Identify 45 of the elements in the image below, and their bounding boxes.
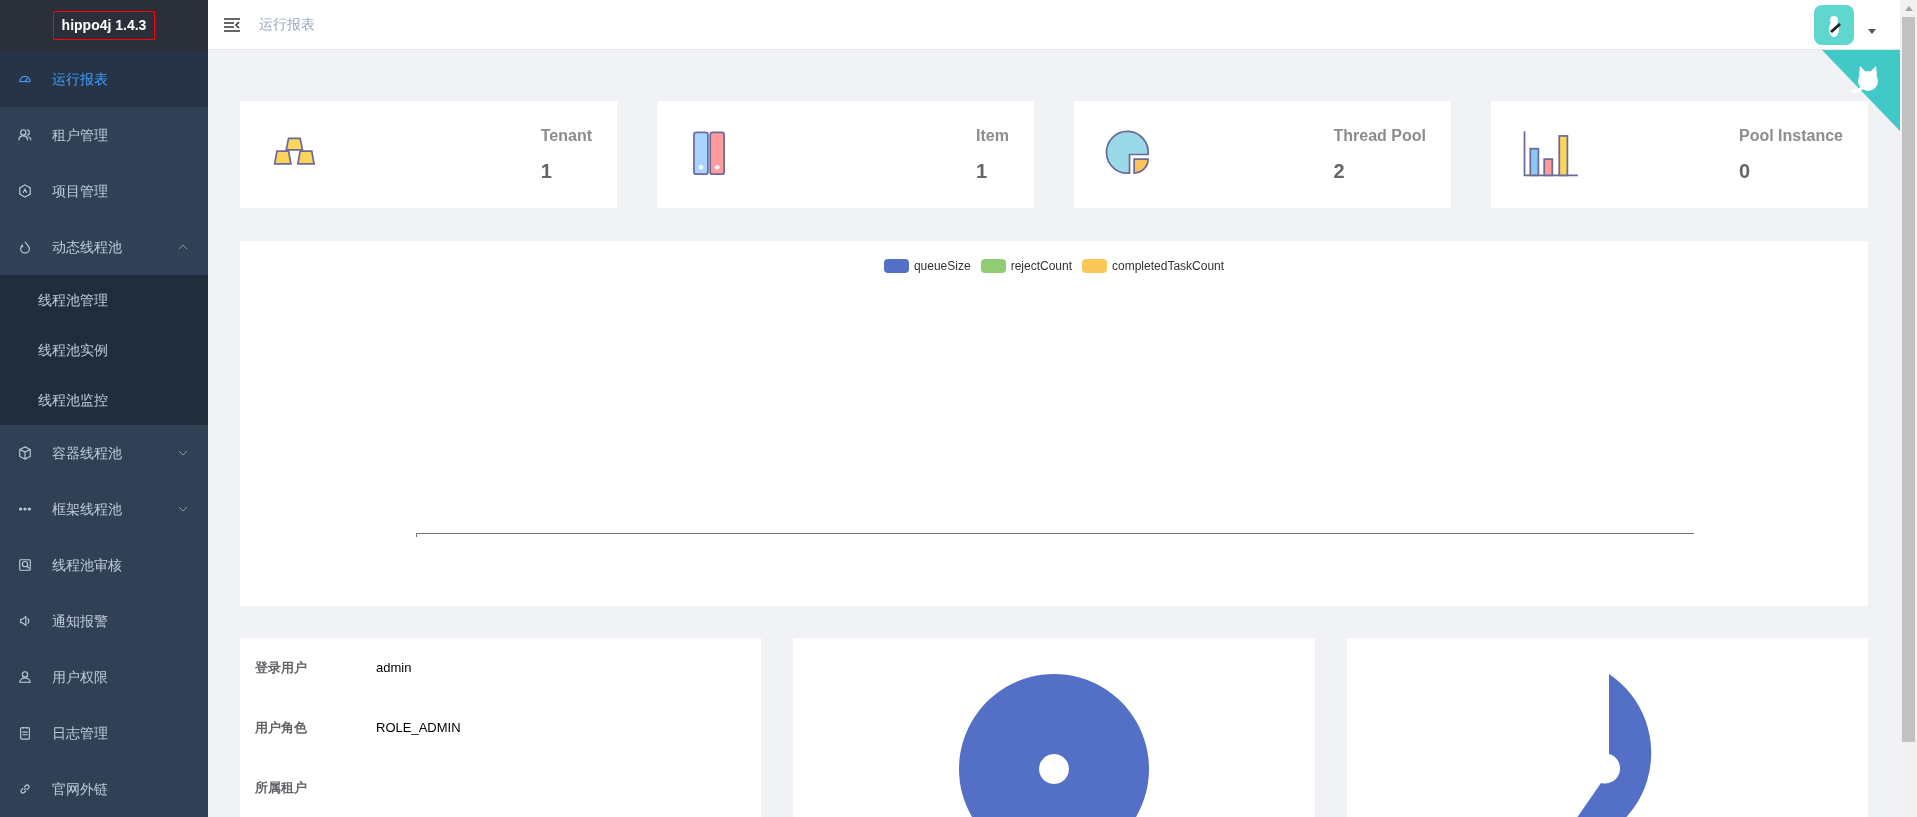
link-icon (18, 782, 32, 796)
user-icon (18, 670, 32, 684)
stat-label: Thread Pool (1333, 125, 1426, 146)
stat-label: Pool Instance (1738, 125, 1843, 146)
cube-icon (18, 446, 32, 460)
menu-item[interactable]: 容器线程池 (0, 425, 208, 481)
legend-label[interactable]: queueSize (913, 257, 971, 275)
menu-item[interactable]: 运行报表 (0, 51, 208, 107)
stat-label: Item (976, 125, 1009, 146)
stat-value: 2 (1333, 158, 1345, 184)
menu-item[interactable]: 通知报警 (0, 593, 208, 649)
menu-item[interactable]: 动态线程池 (0, 219, 208, 275)
legend-label[interactable]: rejectCount (1010, 257, 1072, 275)
menu-item[interactable]: 日志管理 (0, 705, 208, 761)
legend-label[interactable]: completedTaskCount (1112, 257, 1225, 275)
menu-item[interactable]: 项目管理 (0, 163, 208, 219)
app-title: hippo4j 1.4.3 (52, 11, 156, 40)
hexagon-icon (18, 184, 32, 198)
search-doc-icon (18, 558, 32, 572)
info-label: 用户角色 (255, 719, 308, 737)
info-label: 所属租户 (255, 779, 308, 797)
submenu-item[interactable]: 线程池管理 (0, 275, 208, 325)
clipboard-icon (18, 726, 32, 740)
menu-item[interactable]: 框架线程池 (0, 481, 208, 537)
avatar-icon[interactable] (1814, 4, 1854, 45)
menu-icon[interactable] (224, 17, 240, 32)
caret-icon[interactable] (1868, 29, 1876, 34)
info-value: ROLE_ADMIN (376, 719, 461, 737)
menu-item[interactable]: 用户权限 (0, 649, 208, 705)
menu-item[interactable]: 线程池审核 (0, 537, 208, 593)
speaker-icon (18, 614, 32, 628)
scrollbar[interactable] (1900, 0, 1917, 817)
menu-item[interactable]: 租户管理 (0, 107, 208, 163)
flame-icon (18, 240, 32, 254)
users-icon (18, 128, 32, 142)
submenu-item[interactable]: 线程池实例 (0, 325, 208, 375)
breadcrumb: 运行报表 (259, 15, 315, 34)
info-label: 登录用户 (255, 659, 308, 677)
stat-label: Tenant (540, 125, 592, 146)
stat-value: 1 (540, 158, 552, 184)
info-value: admin (376, 659, 412, 677)
stat-value: 0 (1738, 158, 1751, 184)
menu-item[interactable]: 官网外链 (0, 761, 208, 817)
submenu-item[interactable]: 线程池监控 (0, 375, 208, 425)
stat-value: 1 (976, 158, 988, 184)
